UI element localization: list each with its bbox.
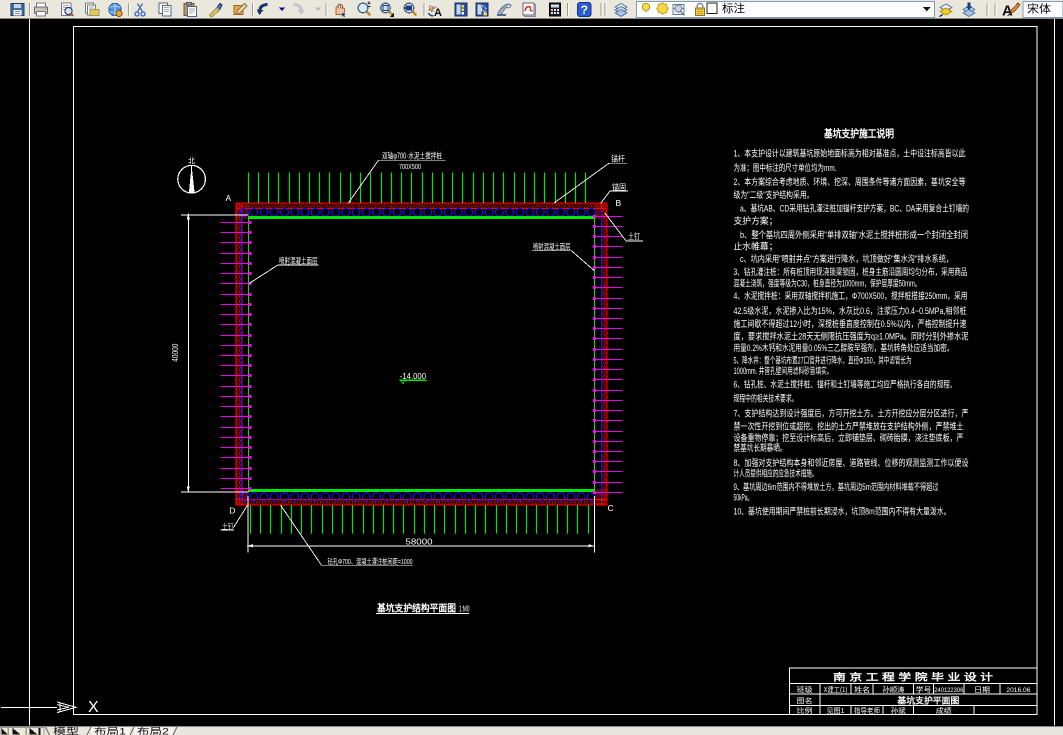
- svg-text:基坑支护结构平面图: 基坑支护结构平面图: [376, 603, 456, 615]
- svg-text:A: A: [226, 193, 232, 203]
- svg-text:9、基坑周边6m范围内不得堆放土方，基坑周边5m范围内材料堆: 9、基坑周边6m范围内不得堆放土方，基坑周边5m范围内材料堆载不得超过: [734, 481, 939, 492]
- svg-text:喷射混凝土面层: 喷射混凝土面层: [279, 256, 318, 266]
- svg-text:b、整个基坑四周外侧采用"单排双轴"水泥土搅拌桩形成一个封闭: b、整个基坑四周外侧采用"单排双轴"水泥土搅拌桩形成一个封闭全封闭: [740, 229, 968, 240]
- svg-text:4、水泥搅拌桩：采用双轴搅拌机施工，Φ700X500，搅拌桩: 4、水泥搅拌桩：采用双轴搅拌机施工，Φ700X500，搅拌桩搭接250mm，采用: [734, 290, 968, 301]
- svg-text:支护方案；: 支护方案；: [734, 215, 778, 226]
- svg-text:2、本方案综合考虑地质、环境、挖深、周围条件等诸方面因素，基: 2、本方案综合考虑地质、环境、挖深、周围条件等诸方面因素，基坑安全等: [734, 176, 966, 187]
- svg-text:班级: 班级: [797, 685, 813, 694]
- svg-text:土钉: 土钉: [628, 231, 640, 241]
- svg-text:止水帷幕；: 止水帷幕；: [734, 241, 778, 252]
- svg-text:基坑支护平面图: 基坑支护平面图: [896, 696, 959, 706]
- svg-text:土钉: 土钉: [222, 521, 234, 531]
- svg-text:40000: 40000: [171, 343, 180, 361]
- svg-text:学号: 学号: [916, 685, 932, 694]
- svg-text:见图1: 见图1: [827, 707, 845, 715]
- svg-text:比例: 比例: [797, 706, 813, 715]
- svg-text:成绩: 成绩: [936, 706, 952, 715]
- svg-text:图名: 图名: [797, 696, 813, 705]
- svg-text:北: 北: [188, 157, 195, 166]
- svg-text:X建工(1): X建工(1): [824, 685, 848, 694]
- svg-text:3、钻孔灌注桩：所有桩顶用现浇锁梁锁固，桩身主筋沿圆周均匀分: 3、钻孔灌注桩：所有桩顶用现浇锁梁锁固，桩身主筋沿圆周均匀分布，采用商品: [734, 266, 968, 277]
- svg-text:禁基坑长期暴晒。: 禁基坑长期暴晒。: [734, 442, 787, 453]
- svg-text:用量0.2%木钙和水泥用量0.05%三乙醇胺早强剂，基坑转角: 用量0.2%木钙和水泥用量0.05%三乙醇胺早强剂，基坑转角处应适当加密。: [734, 342, 954, 353]
- svg-text:700X500: 700X500: [399, 162, 421, 171]
- svg-text:X: X: [88, 699, 99, 716]
- svg-text:南 京 工 程 学 院 毕 业 设 计: 南 京 工 程 学 院 毕 业 设 计: [833, 672, 994, 684]
- svg-text:基坑支护施工说明: 基坑支护施工说明: [823, 127, 894, 140]
- svg-text:级为"二级"支护结构采用。: 级为"二级"支护结构采用。: [734, 189, 814, 200]
- svg-text:双轴φ700·水泥土搅拌桩: 双轴φ700·水泥土搅拌桩: [382, 151, 442, 161]
- svg-text:喷射混凝土面层: 喷射混凝土面层: [533, 242, 571, 252]
- svg-text:2016.06: 2016.06: [1006, 687, 1030, 694]
- svg-text:日期: 日期: [974, 686, 990, 694]
- svg-text:设备重物停靠；挖至设计标高后，立即铺垫层、砌砖胎膜，浇注垫底: 设备重物停靠；挖至设计标高后，立即铺垫层、砌砖胎膜，浇注垫底板，严: [734, 432, 964, 443]
- svg-text:计人员提供相应的应急技术措施。: 计人员提供相应的应急技术措施。: [734, 468, 818, 479]
- svg-text:10、基坑使用期间严禁桩前长期浸水，坑顶8m范围内不得有大量: 10、基坑使用期间严禁桩前长期浸水，坑顶8m范围内不得有大量泼水。: [734, 506, 951, 517]
- svg-text:钻孔Φ700、混凝土灌注桩间距=1000: 钻孔Φ700、混凝土灌注桩间距=1000: [328, 556, 413, 566]
- svg-text:c、坑内采用"喷射井点"方案进行降水，坑顶做好"集水沟"排水: c、坑内采用"喷射井点"方案进行降水，坑顶做好"集水沟"排水系统，: [740, 253, 953, 264]
- svg-text:指导老师: 指导老师: [854, 706, 880, 715]
- svg-text:孙斌: 孙斌: [891, 706, 906, 715]
- svg-text:a、基坑AB、CD采用钻孔灌注桩加锚杆支护方案，BC、DA采: a、基坑AB、CD采用钻孔灌注桩加锚杆支护方案，BC、DA采用复合土钉墙的: [740, 202, 969, 213]
- svg-text:孙顺涛: 孙顺涛: [882, 685, 904, 694]
- svg-text:布局1: 布局1: [94, 726, 126, 735]
- svg-text:240122306: 240122306: [934, 687, 964, 694]
- svg-text:6、钻孔桩、水泥土搅拌桩、锚杆和土钉墙等施工均应严格执行各自: 6、钻孔桩、水泥土搅拌桩、锚杆和土钉墙等施工均应严格执行各自的规程、: [734, 379, 957, 390]
- svg-text:锚杆: 锚杆: [611, 154, 625, 164]
- svg-text:模型: 模型: [53, 727, 79, 735]
- svg-text:锚固: 锚固: [612, 182, 626, 192]
- svg-text:1:M0: 1:M0: [459, 604, 470, 614]
- svg-text:宋体: 宋体: [1027, 1, 1051, 15]
- svg-text:C: C: [608, 503, 614, 513]
- svg-text:布局2: 布局2: [137, 726, 169, 735]
- svg-text:42.5级水泥，水泥掺入比为15%，水灰比0.6，注浆压力0: 42.5级水泥，水泥掺入比为15%，水灰比0.6，注浆压力0.4~0.5MPa,…: [734, 305, 967, 316]
- svg-text:A: A: [434, 7, 442, 19]
- svg-text:规程中的相关技术要求。: 规程中的相关技术要求。: [734, 393, 798, 404]
- svg-text:为准；图中标注的尺寸单位均为mm.: 为准；图中标注的尺寸单位均为mm.: [734, 162, 837, 173]
- svg-text:D: D: [229, 506, 235, 516]
- svg-text:5、降水井：整个基坑布置27口管井进行降水，直径Φ150，其: 5、降水井：整个基坑布置27口管井进行降水，直径Φ150，其中滤管长为: [734, 355, 912, 366]
- svg-text:8、加强对支护结构本身和邻近房屋、道路管线、位移的观测监测工: 8、加强对支护结构本身和邻近房屋、道路管线、位移的观测监测工作以便设: [734, 457, 969, 468]
- svg-text:姓名: 姓名: [854, 685, 870, 694]
- svg-text:58000: 58000: [406, 537, 434, 546]
- svg-text:标注: 标注: [722, 1, 745, 15]
- svg-text:1000mm. 井管孔壁间用滤料砂皆填实。: 1000mm. 井管孔壁间用滤料砂皆填实。: [734, 365, 833, 376]
- svg-text:?: ?: [581, 3, 588, 17]
- svg-text:-14.000: -14.000: [400, 371, 426, 381]
- svg-text:禁一次性开挖到位或超挖。挖出的土方严禁堆放在支护结构外侧，严: 禁一次性开挖到位或超挖。挖出的土方严禁堆放在支护结构外侧，严禁堆土: [734, 421, 964, 432]
- svg-text:施工间歇不得超过12小时，深搅桩垂直度控制在0.5%以内，严: 施工间歇不得超过12小时，深搅桩垂直度控制在0.5%以内，严格控制提升速: [734, 318, 967, 329]
- svg-text:B: B: [616, 198, 622, 208]
- svg-text:度，要求搅拌水泥土28天无侧限抗压强度为q≥1.0MPa。同: 度，要求搅拌水泥土28天无侧限抗压强度为q≥1.0MPa。同时分别外掺水泥: [734, 331, 969, 342]
- svg-text:混凝土浇筑，强度等级为C30，桩身直径为1000mm，保护层: 混凝土浇筑，强度等级为C30，桩身直径为1000mm，保护层厚度50mm。: [734, 278, 921, 289]
- svg-text:1、本支护设计以建筑基坑原始地面标高为相对基准点，土中设注标: 1、本支护设计以建筑基坑原始地面标高为相对基准点，土中设注标高皆以此: [734, 147, 967, 158]
- svg-text:7、支护结构达到设计强度后，方可开挖土方。土方开挖应分层分区: 7、支护结构达到设计强度后，方可开挖土方。土方开挖应分层分区进行，严: [734, 408, 969, 419]
- svg-text:50kPa。: 50kPa。: [734, 493, 753, 503]
